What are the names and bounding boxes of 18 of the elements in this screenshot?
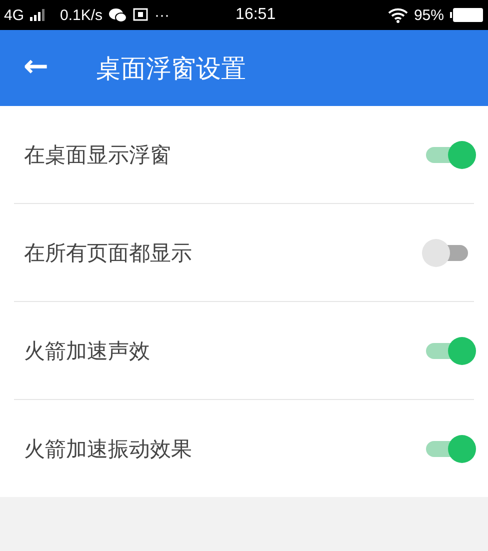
screenshot-icon <box>132 8 149 22</box>
toggle-switch[interactable] <box>426 140 474 170</box>
setting-label: 火箭加速振动效果 <box>24 436 192 462</box>
toggle-switch[interactable] <box>426 336 474 366</box>
chat-icon <box>108 8 127 22</box>
page-title: 桌面浮窗设置 <box>96 52 246 84</box>
setting-label: 火箭加速声效 <box>24 338 150 364</box>
wifi-icon <box>388 8 408 22</box>
battery-icon <box>450 7 484 23</box>
network-speed: 0.1K/s <box>60 6 103 24</box>
battery-percent: 95% <box>414 6 444 24</box>
network-type: 4G <box>4 6 24 24</box>
setting-label: 在桌面显示浮窗 <box>24 142 171 168</box>
more-indicator: ··· <box>154 6 170 24</box>
clock: 16:51 <box>236 6 276 24</box>
toggle-switch[interactable] <box>426 434 474 464</box>
back-button[interactable]: ← <box>20 48 52 88</box>
setting-label: 在所有页面都显示 <box>24 240 192 266</box>
